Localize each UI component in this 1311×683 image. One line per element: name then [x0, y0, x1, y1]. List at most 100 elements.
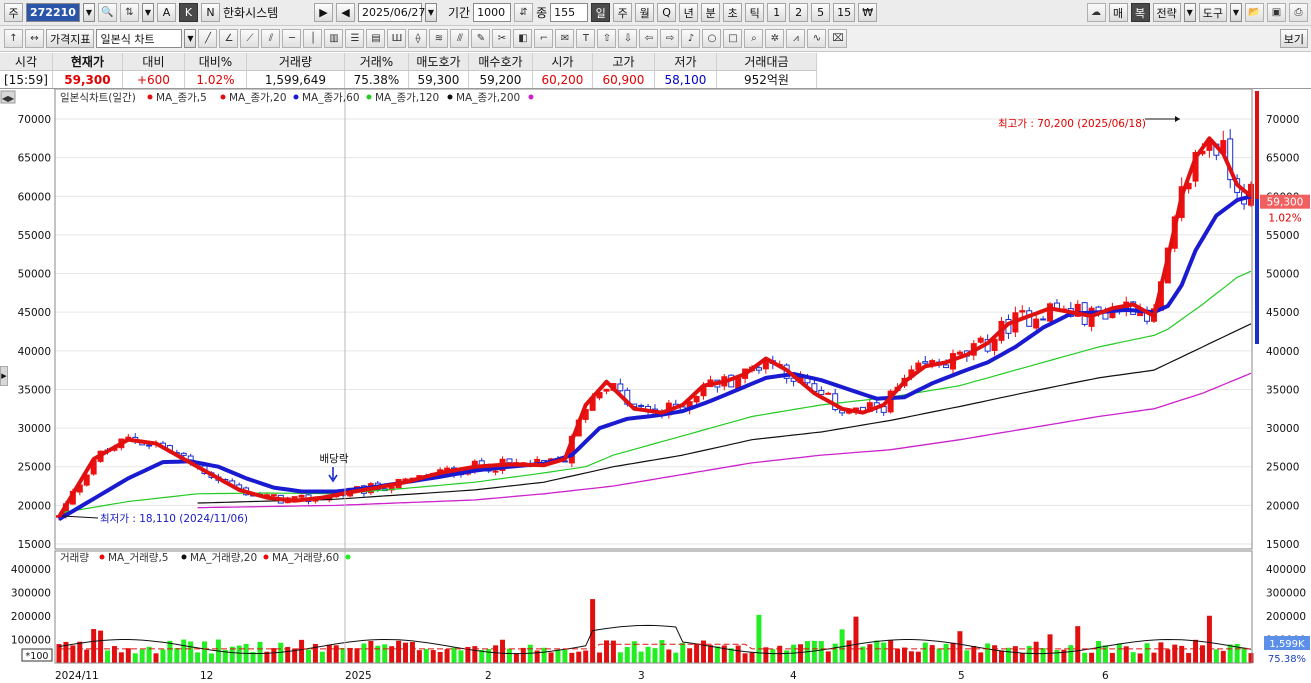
memo-icon[interactable]: ♪ [681, 29, 701, 48]
vertical-line-icon[interactable]: │ [303, 29, 323, 48]
interval-minute[interactable]: 분 [701, 3, 721, 22]
next-stock-button[interactable]: ▶ [314, 3, 333, 22]
trendline-icon[interactable]: ╱ [198, 29, 218, 48]
sort-dropdown[interactable]: ▼ [142, 3, 154, 22]
rectangle-icon[interactable]: □ [723, 29, 743, 48]
stock-code-input[interactable]: 272210 [26, 3, 80, 22]
legend-ma5: MA_종가,5 [156, 92, 207, 104]
mode-button-k[interactable]: K [179, 3, 198, 22]
pencil-icon[interactable]: ✎ [471, 29, 491, 48]
y-tick-label-right: 70000 [1266, 114, 1299, 126]
chart-type-dropdown[interactable]: ▼ [184, 29, 197, 48]
horizontal-line-icon[interactable]: ─ [282, 29, 302, 48]
x-tick-label: 12 [200, 670, 213, 682]
period-input[interactable]: 1000 [473, 3, 512, 22]
view-button[interactable]: 보기 [1279, 29, 1308, 48]
arrow-symbol-up-icon[interactable]: ⇧ [597, 29, 617, 48]
volume-bar [361, 643, 367, 663]
date-input[interactable]: 2025/06/27 [358, 3, 425, 22]
buy-button[interactable]: 매 [1108, 3, 1128, 22]
volume-bar [756, 614, 762, 663]
volume-bar [957, 631, 963, 663]
search-icon[interactable]: 🔍 [98, 3, 117, 22]
fan-icon[interactable]: ⟋ [240, 29, 260, 48]
interval-day[interactable]: 일 [591, 3, 611, 22]
arrow-symbol-right-icon[interactable]: ⇨ [660, 29, 680, 48]
volume-bar [791, 644, 797, 663]
arrow-symbol-down-icon[interactable]: ⇩ [618, 29, 638, 48]
mode-button-n[interactable]: N [201, 3, 220, 22]
volume-bar [742, 653, 748, 663]
marker-icon[interactable]: ⌐ [534, 29, 554, 48]
date-dropdown[interactable]: ▼ [425, 3, 437, 22]
count-input[interactable]: 155 [550, 3, 589, 22]
interval-15[interactable]: 15 [833, 3, 856, 22]
mode-button-a[interactable]: A [157, 3, 176, 22]
volume-bar [1213, 649, 1219, 663]
interval-week[interactable]: 주 [613, 3, 633, 22]
interval-1[interactable]: 1 [767, 3, 787, 22]
volume-bar [569, 652, 575, 663]
save-icon[interactable]: ▣ [1267, 3, 1286, 22]
currency-button[interactable]: ₩ [858, 3, 878, 22]
zoom-icon[interactable]: ⌕ [744, 29, 764, 48]
fibo-time-icon[interactable]: ▤ [366, 29, 386, 48]
prev-stock-button[interactable]: ◀ [336, 3, 355, 22]
strategy-button[interactable]: 전략 [1152, 3, 1181, 22]
vol-legend-dot [345, 554, 351, 560]
circle-icon[interactable]: ○ [702, 29, 722, 48]
volume-bar [1137, 653, 1143, 663]
candle-body [922, 361, 929, 364]
regression-icon[interactable]: ≋ [429, 29, 449, 48]
interval-2[interactable]: 2 [789, 3, 809, 22]
expand-horizontal-icon[interactable]: ↔ [25, 29, 44, 48]
interval-quarter[interactable]: Q [657, 3, 677, 22]
channel-icon[interactable]: ⫻ [450, 29, 470, 48]
cloud-icon[interactable]: ☁ [1086, 3, 1106, 22]
interval-month[interactable]: 월 [635, 3, 655, 22]
settings-icon[interactable]: ✲ [765, 29, 785, 48]
color-icon[interactable]: ◧ [513, 29, 533, 48]
speed-line-icon[interactable]: ⟠ [408, 29, 428, 48]
pattern-icon[interactable]: ⩘ [786, 29, 806, 48]
delete-tool-icon[interactable]: ✂ [492, 29, 512, 48]
volume-bar [382, 644, 388, 663]
open-folder-icon[interactable]: 📂 [1245, 3, 1264, 22]
restore-button[interactable]: 복 [1130, 3, 1150, 22]
tools-dropdown[interactable]: ▼ [1230, 3, 1242, 22]
high-annotation: 최고가 : 70,200 (2025/06/18) [998, 118, 1146, 130]
arrow-symbol-left-icon[interactable]: ⇦ [639, 29, 659, 48]
interval-5[interactable]: 5 [811, 3, 831, 22]
arrow-up-icon[interactable]: ↑ [4, 29, 23, 48]
angle-icon[interactable]: ∠ [219, 29, 239, 48]
volume-bar [444, 649, 450, 663]
tools-button[interactable]: 도구 [1198, 3, 1227, 22]
strategy-dropdown[interactable]: ▼ [1183, 3, 1196, 22]
gann-icon[interactable]: ▥ [324, 29, 344, 48]
volume-bar [409, 641, 415, 663]
interval-year[interactable]: 년 [679, 3, 699, 22]
price-indicator-button[interactable]: 가격지표 [46, 29, 95, 48]
erase-all-icon[interactable]: ⌧ [828, 29, 848, 48]
period-spin-icon[interactable]: ⇵ [514, 3, 534, 22]
print-icon[interactable]: ⎙ [1289, 3, 1308, 22]
volume-bar [659, 640, 665, 663]
market-type-button[interactable]: 주 [4, 3, 23, 22]
sort-icon[interactable]: ⇅ [120, 3, 139, 22]
wave-icon[interactable]: ∿ [807, 29, 827, 48]
side-panel-toggle[interactable]: ▶ [0, 366, 8, 386]
candlestick-chart[interactable]: 15000 15000 20000 20000 25000 25000 30000 30000… [0, 89, 1311, 683]
cycle-icon[interactable]: Ш [387, 29, 407, 48]
stock-code-dropdown[interactable]: ▼ [83, 3, 95, 22]
volume-bar [98, 630, 104, 663]
chart-type-select[interactable]: 일본식 차트 [96, 29, 183, 48]
note-icon[interactable]: ✉ [555, 29, 575, 48]
interval-tick[interactable]: 틱 [745, 3, 765, 22]
fibo-retrace-icon[interactable]: ☰ [345, 29, 365, 48]
volume-bar [188, 641, 194, 663]
interval-second[interactable]: 초 [723, 3, 743, 22]
x-tick-label: 2025 [345, 670, 372, 682]
pitchfork-icon[interactable]: ⫽ [261, 29, 281, 48]
volume-bar [915, 651, 921, 663]
text-icon[interactable]: T [576, 29, 596, 48]
